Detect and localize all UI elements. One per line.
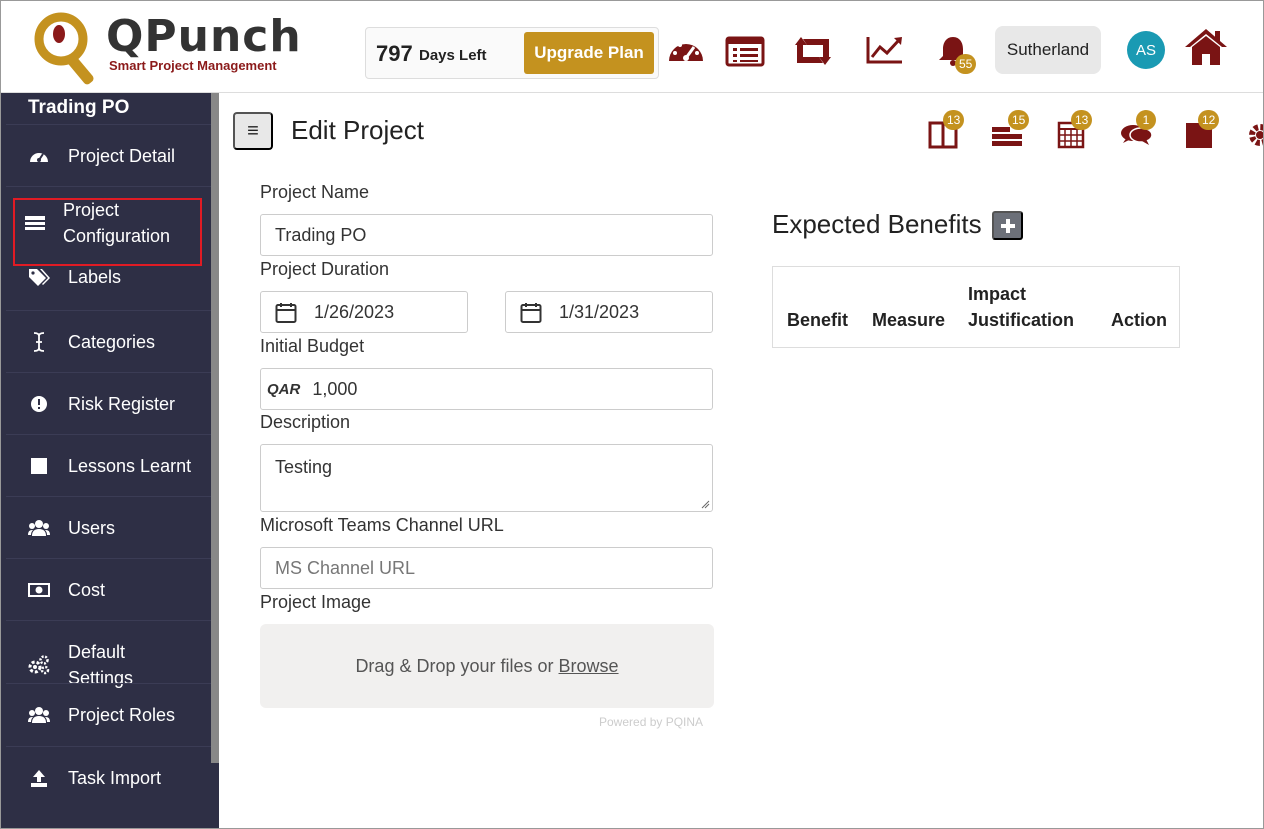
- initial-budget-input[interactable]: QAR 1,000: [260, 368, 713, 410]
- calendar-icon: [275, 303, 297, 323]
- home-icon[interactable]: [1183, 27, 1229, 67]
- sidebar-item-label: Lessons Learnt: [68, 455, 192, 476]
- menu-toggle-button[interactable]: ≡: [233, 112, 273, 150]
- end-date-input[interactable]: 1/31/2023: [505, 291, 713, 333]
- powered-by-label: Powered by PQINA: [599, 715, 704, 729]
- image-dropzone[interactable]: Drag & Drop your files or Browse: [260, 624, 714, 708]
- app-window: QPunch Smart Project Management 797 Days…: [0, 0, 1264, 829]
- badge-comments: 1: [1136, 110, 1156, 130]
- chart-line-icon[interactable]: [865, 33, 905, 69]
- avatar[interactable]: AS: [1127, 31, 1165, 69]
- plus-icon: [1000, 218, 1015, 233]
- sidebar-item-project-roles[interactable]: Project Roles: [6, 683, 211, 745]
- sidebar-item-cost[interactable]: Cost: [6, 558, 211, 620]
- column-header-action: Action: [1111, 310, 1167, 330]
- badge-book: 13: [943, 110, 965, 130]
- sidebar-project-name: Trading PO: [28, 97, 130, 118]
- project-name-label: Project Name: [260, 182, 370, 202]
- cursor-icon: [28, 331, 50, 353]
- dashboard-icon: [28, 145, 50, 167]
- sidebar-scrollbar[interactable]: [211, 93, 219, 763]
- initial-budget-label: Initial Budget: [260, 336, 365, 356]
- teams-url-input[interactable]: MS Channel URL: [260, 547, 713, 589]
- description-label: Description: [260, 412, 351, 432]
- upgrade-plan-button[interactable]: Upgrade Plan: [524, 32, 654, 74]
- add-benefit-button[interactable]: [992, 211, 1023, 240]
- sidebar-item-project-detail[interactable]: Project Detail: [6, 124, 211, 186]
- repeat-icon[interactable]: [791, 33, 831, 69]
- sidebar-item-label: Project Roles: [68, 704, 176, 725]
- speedometer-icon[interactable]: [666, 33, 706, 69]
- user-menu-button[interactable]: Sutherland: [995, 26, 1101, 74]
- calendar-icon: [520, 303, 542, 323]
- sidebar-item-lessons-learnt[interactable]: Lessons Learnt: [6, 434, 211, 496]
- logo-title: QPunch: [106, 11, 302, 62]
- badge-document: 12: [1198, 110, 1220, 130]
- sidebar-item-task-import[interactable]: Task Import: [6, 746, 211, 808]
- settings-icon[interactable]: [1243, 115, 1263, 149]
- description-value: Testing: [275, 457, 333, 477]
- project-image-label: Project Image: [260, 592, 372, 612]
- list-icon[interactable]: [725, 33, 765, 69]
- logo-subtitle: Smart Project Management: [109, 58, 277, 73]
- project-name-value: Trading PO: [275, 224, 367, 245]
- square-icon: [28, 455, 50, 477]
- budget-value: 1,000: [312, 378, 358, 399]
- start-date-input[interactable]: 1/26/2023: [260, 291, 468, 333]
- column-header-impact-justification: Impact Justification: [968, 284, 1075, 330]
- sidebar-item-label: Task Import: [68, 767, 162, 788]
- start-date-value: 1/26/2023: [314, 301, 395, 322]
- sidebar-item-label: Risk Register: [68, 393, 176, 414]
- logo[interactable]: QPunch Smart Project Management: [31, 9, 301, 89]
- sidebar-item-default-settings[interactable]: Default Settings: [6, 620, 211, 692]
- sidebar-item-risk-register[interactable]: Risk Register: [6, 372, 211, 434]
- dropzone-text: Drag & Drop your files or: [355, 655, 554, 676]
- sidebar-item-label: Project Detail: [68, 145, 176, 166]
- highlight-box: [13, 198, 202, 266]
- description-textarea[interactable]: Testing: [260, 444, 713, 512]
- tags-icon: [28, 266, 50, 288]
- sidebar-item-users[interactable]: Users: [6, 496, 211, 558]
- project-duration-label: Project Duration: [260, 259, 390, 279]
- currency-label: QAR: [267, 380, 301, 398]
- cogs-icon: [28, 654, 50, 676]
- sidebar-item-categories[interactable]: Categories: [6, 310, 211, 372]
- plan-box: 797 Days Left Upgrade Plan: [365, 27, 659, 79]
- sidebar-item-label: Cost: [68, 579, 106, 600]
- alert-icon: [28, 393, 50, 415]
- teams-url-label: Microsoft Teams Channel URL: [260, 515, 504, 535]
- project-name-input[interactable]: Trading PO: [260, 214, 713, 256]
- days-left-count: 797: [376, 41, 413, 66]
- upload-icon: [28, 767, 50, 789]
- column-header-benefit: Benefit: [787, 310, 849, 330]
- notifications-badge: 55: [955, 54, 977, 74]
- badge-tasks: 15: [1008, 110, 1030, 130]
- benefits-title: Expected Benefits: [772, 209, 982, 239]
- logo-magnifier-icon: [34, 12, 94, 85]
- column-header-measure: Measure: [872, 310, 946, 330]
- resize-handle-icon[interactable]: [700, 499, 710, 509]
- users-icon: [28, 517, 50, 539]
- browse-link[interactable]: Browse: [559, 656, 619, 677]
- top-bar: QPunch Smart Project Management 797 Days…: [1, 1, 1263, 93]
- days-left-label: Days Left: [419, 47, 487, 64]
- sidebar-item-label: Categories: [68, 331, 156, 352]
- sidebar-item-label: Labels: [68, 267, 122, 287]
- benefits-table: Benefit Measure Impact Justification Act…: [772, 266, 1180, 348]
- end-date-value: 1/31/2023: [559, 301, 640, 322]
- badge-calendar: 13: [1071, 110, 1093, 130]
- teams-url-placeholder: MS Channel URL: [275, 557, 416, 578]
- users-icon: [28, 704, 50, 726]
- sidebar-item-label: Users: [68, 517, 116, 538]
- page-title: Edit Project: [291, 115, 424, 145]
- main-content: ≡ Edit Project 13 15 13 1 12 Project Nam…: [219, 93, 1263, 828]
- money-icon: [28, 579, 50, 601]
